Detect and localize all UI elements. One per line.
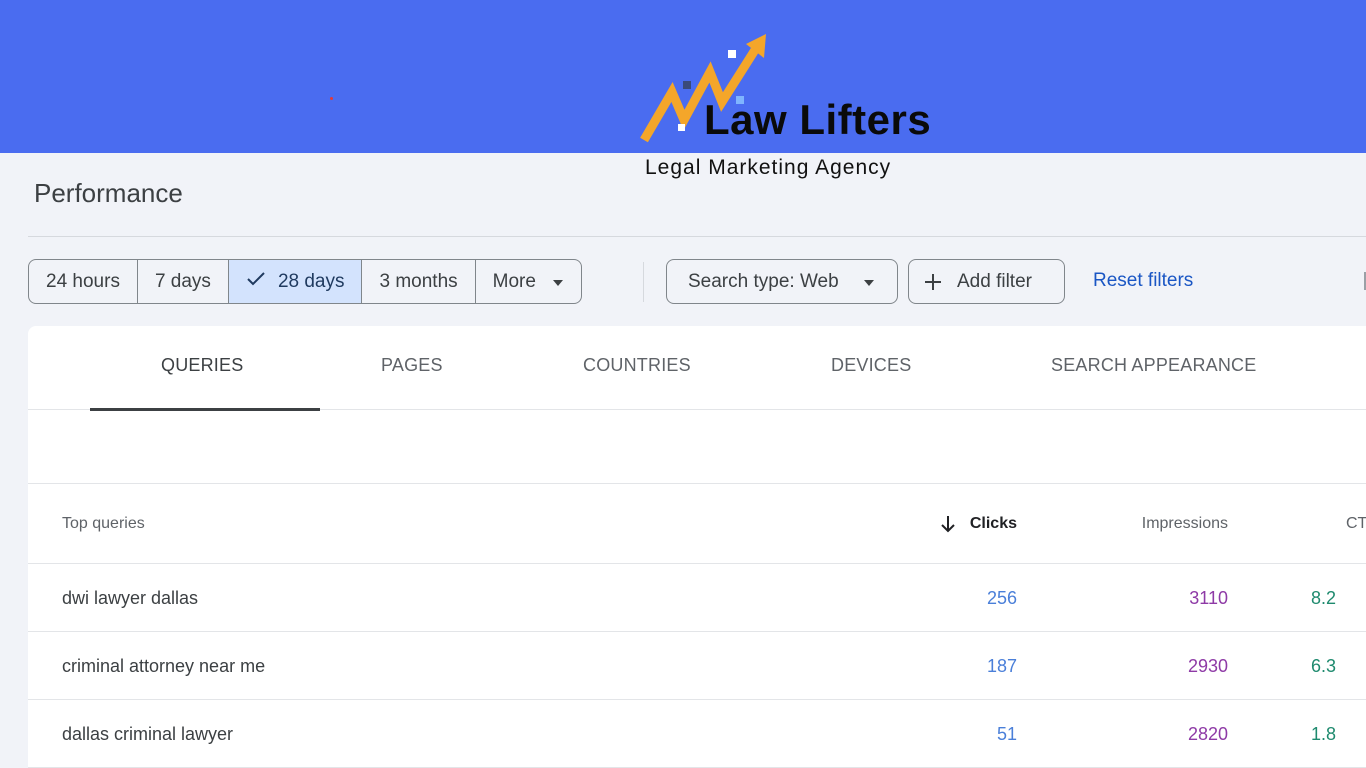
range-label: 7 days: [154, 270, 211, 292]
brand-banner: Law Lifters Legal Marketing Agency: [0, 0, 1366, 179]
clicks-header-label: Clicks: [969, 515, 1017, 532]
active-tab-indicator: [90, 408, 320, 411]
query-cell: dwi lawyer dallas: [62, 588, 199, 608]
column-header-query: Top queries: [62, 515, 145, 532]
add-filter-button[interactable]: Add filter: [908, 259, 1065, 304]
clicks-cell: 187: [986, 656, 1017, 676]
red-dot-mark: [330, 97, 333, 100]
law-lifters-logo: Law Lifters Legal Marketing Agency: [638, 32, 948, 182]
range-7-days-button[interactable]: 7 days: [138, 260, 229, 303]
range-label: More: [492, 270, 536, 292]
page-title: Performance: [34, 178, 183, 208]
ctr-cell: 1.8: [1311, 724, 1337, 744]
caret-down-icon: [863, 271, 875, 293]
range-more-dropdown[interactable]: More: [476, 260, 581, 303]
column-header-clicks[interactable]: Clicks: [940, 515, 1017, 533]
dimension-tabs: QUERIES PAGES COUNTRIES DEVICES SEARCH A…: [28, 326, 1366, 411]
tab-search-appearance[interactable]: SEARCH APPEARANCE: [1051, 355, 1256, 376]
tab-devices[interactable]: DEVICES: [831, 355, 911, 376]
arrow-down-icon: [940, 515, 956, 533]
impressions-cell: 2820: [1187, 724, 1228, 744]
plus-icon: [923, 272, 943, 292]
ctr-cell: 8.2: [1311, 588, 1337, 608]
performance-card: QUERIES PAGES COUNTRIES DEVICES SEARCH A…: [28, 326, 1366, 768]
query-cell: dallas criminal lawyer: [62, 724, 234, 744]
toolbar-separator: [643, 262, 644, 302]
search-type-dropdown[interactable]: Search type: Web: [666, 259, 898, 304]
clicks-cell: 256: [986, 588, 1017, 608]
add-filter-label: Add filter: [957, 270, 1032, 292]
range-label: 3 months: [379, 270, 458, 292]
header-divider: [28, 236, 1366, 237]
table-row[interactable]: dwi lawyer dallas 256 3110 8.2: [28, 564, 1366, 632]
tab-queries[interactable]: QUERIES: [161, 355, 243, 376]
tab-countries[interactable]: COUNTRIES: [583, 355, 691, 376]
impressions-cell: 3110: [1189, 588, 1228, 608]
range-28-days-button[interactable]: 28 days: [228, 260, 363, 303]
brand-tagline: Legal Marketing Agency: [645, 156, 892, 179]
range-3-months-button[interactable]: 3 months: [362, 260, 476, 303]
check-icon: [246, 271, 266, 293]
range-24-hours-button[interactable]: 24 hours: [29, 260, 138, 303]
ctr-cell: 6.3: [1311, 656, 1337, 676]
search-type-label: Search type: Web: [688, 270, 839, 292]
column-header-ctr[interactable]: CT: [1346, 515, 1366, 533]
brand-name: Law Lifters: [704, 96, 932, 143]
query-cell: criminal attorney near me: [62, 656, 266, 676]
caret-down-icon: [552, 271, 564, 293]
impressions-cell: 2930: [1187, 656, 1228, 676]
table-row[interactable]: dallas criminal lawyer 51 2820 1.8: [28, 700, 1366, 768]
column-header-impressions[interactable]: Impressions: [1142, 515, 1228, 533]
clicks-cell: 51: [996, 724, 1017, 744]
reset-filters-link[interactable]: Reset filters: [1093, 270, 1193, 292]
tab-pages[interactable]: PAGES: [381, 355, 443, 376]
range-label: 28 days: [277, 270, 345, 292]
section-divider: [28, 483, 1366, 484]
table-row[interactable]: criminal attorney near me 187 2930 6.3: [28, 632, 1366, 700]
date-range-selector: 24 hours 7 days 28 days 3 months More: [28, 259, 582, 304]
range-label: 24 hours: [46, 270, 120, 292]
